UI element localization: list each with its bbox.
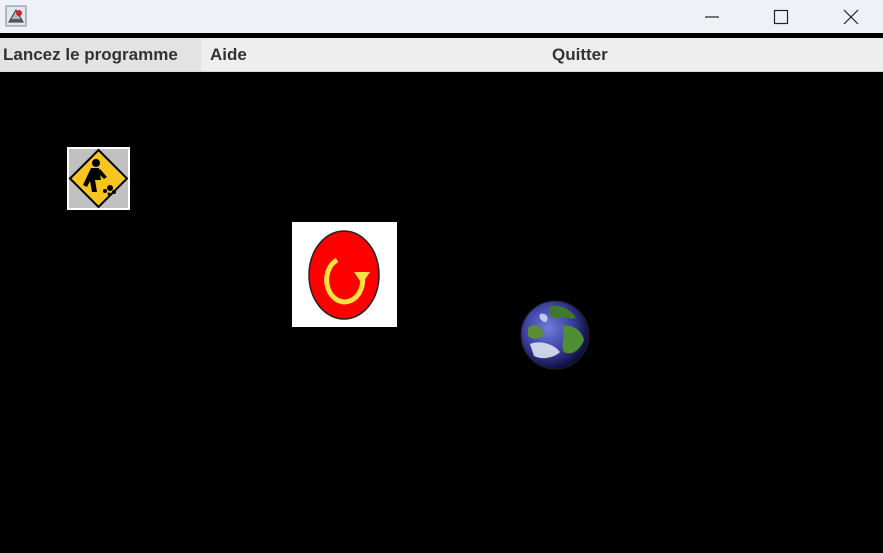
menu-bar: Lancez le programme Aide Quitter (0, 38, 883, 72)
minimize-icon (705, 15, 719, 18)
minimize-button[interactable] (677, 0, 747, 33)
title-bar[interactable] (0, 0, 883, 33)
maximize-icon (773, 9, 789, 24)
close-button[interactable] (816, 0, 883, 33)
menu-launch-program[interactable]: Lancez le programme (0, 38, 201, 71)
java-app-icon (5, 5, 27, 27)
restart-button-icon[interactable] (292, 222, 397, 327)
earth-globe-icon[interactable] (520, 300, 590, 370)
menu-help[interactable]: Aide (210, 38, 247, 71)
close-icon (843, 9, 859, 24)
maximize-button[interactable] (746, 0, 816, 33)
menu-quit[interactable]: Quitter (552, 38, 608, 71)
construction-worker-sign-icon[interactable] (67, 147, 130, 210)
game-canvas[interactable] (0, 72, 883, 553)
application-window: Lancez le programme Aide Quitter (0, 0, 883, 553)
